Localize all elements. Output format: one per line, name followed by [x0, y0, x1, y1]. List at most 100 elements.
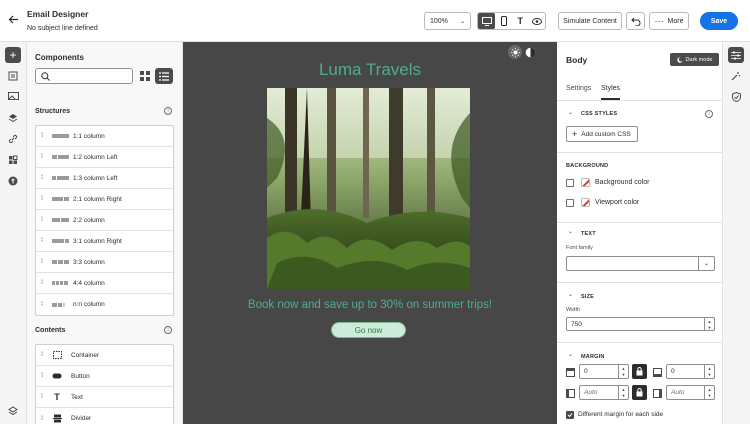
add-custom-css-button[interactable]: + Add custom CSS — [566, 126, 638, 142]
go-now-button[interactable]: Go now — [331, 322, 406, 338]
margin-left-stepper[interactable]: ▲ ▼ — [618, 386, 628, 399]
accessibility-shield-icon[interactable] — [728, 89, 744, 105]
layers-icon[interactable] — [5, 110, 21, 126]
list-view-icon[interactable] — [155, 68, 173, 84]
back-arrow-icon[interactable] — [7, 13, 19, 25]
no-color-swatch-icon[interactable] — [581, 198, 590, 207]
drag-handle-icon[interactable]: ⁞⁞ — [41, 416, 44, 422]
structure-item[interactable]: ⁞⁞ 3:3 column — [36, 252, 173, 273]
structure-item[interactable]: ⁞⁞ 2:2 column — [36, 210, 173, 231]
properties-title: Body — [566, 55, 588, 65]
info-icon[interactable]: i — [164, 107, 172, 115]
magic-wand-icon[interactable] — [728, 68, 744, 84]
drag-handle-icon[interactable]: ⁞⁞ — [41, 259, 44, 265]
structures-heading: Structures — [35, 108, 71, 115]
more-button[interactable]: ··· More — [649, 12, 689, 30]
email-canvas[interactable]: Luma Travels Book now and save up to 30%… — [183, 42, 557, 424]
search-field[interactable] — [35, 68, 133, 84]
structure-item[interactable]: ⁞⁞ 1:1 column — [36, 126, 173, 147]
lock-icon[interactable] — [632, 364, 647, 379]
fragments-icon[interactable] — [5, 68, 21, 84]
margin-left-input[interactable]: Auto ▲ ▼ — [579, 385, 629, 400]
text-view-icon[interactable]: T — [512, 13, 529, 29]
structure-item[interactable]: ⁞⁞ 1:3 column Left — [36, 168, 173, 189]
drag-handle-icon[interactable]: ⁞⁞ — [41, 217, 44, 223]
contrast-icon[interactable] — [523, 45, 537, 59]
no-color-swatch-icon[interactable] — [581, 178, 590, 187]
drag-handle-icon[interactable]: ⁞⁞ — [41, 175, 44, 181]
layout-1-1-icon — [52, 134, 69, 138]
grid-view-icon[interactable] — [138, 69, 152, 83]
content-item[interactable]: ⁞⁞ Container — [36, 345, 173, 366]
drag-handle-icon[interactable]: ⁞⁞ — [41, 154, 44, 160]
different-margin-checkbox[interactable] — [566, 411, 574, 419]
light-mode-icon[interactable] — [508, 45, 522, 59]
promo-text[interactable]: Book now and save up to 30% on summer tr… — [183, 299, 557, 311]
forest-hero-image[interactable] — [267, 88, 470, 289]
margin-bottom-input[interactable]: 0 ▲ ▼ — [666, 364, 715, 379]
background-color-checkbox[interactable] — [566, 179, 574, 187]
drag-handle-icon[interactable]: ⁞⁞ — [41, 133, 44, 139]
drag-handle-icon[interactable]: ⁞⁞ — [41, 280, 44, 286]
drag-handle-icon[interactable]: ⁞⁞ — [41, 238, 44, 244]
margin-right-input[interactable]: Auto ▲ ▼ — [666, 385, 715, 400]
mobile-view-icon[interactable] — [495, 13, 512, 29]
width-stepper[interactable]: ▲ ▼ — [704, 318, 714, 330]
info-icon[interactable]: i — [705, 110, 713, 118]
contents-list: ⁞⁞ Container ⁞⁞ Button ⁞⁞ T Text ⁞⁞ Divider — [35, 344, 174, 424]
email-heading[interactable]: Luma Travels — [183, 60, 557, 80]
tab-styles[interactable]: Styles — [601, 85, 620, 92]
width-input[interactable]: 750 ▲ ▼ — [566, 317, 715, 331]
structure-item[interactable]: ⁞⁞ 1:2 column Left — [36, 147, 173, 168]
links-icon[interactable] — [5, 131, 21, 147]
desktop-view-icon[interactable] — [478, 13, 496, 29]
undo-icon — [630, 17, 640, 26]
margin-top-stepper[interactable]: ▲ ▼ — [618, 365, 628, 378]
tab-settings[interactable]: Settings — [566, 85, 591, 92]
apps-icon[interactable] — [5, 152, 21, 168]
drag-handle-icon[interactable]: ⁞⁞ — [41, 196, 44, 202]
lock-icon[interactable] — [632, 385, 647, 400]
margin-right-stepper[interactable]: ▲ ▼ — [704, 386, 714, 399]
css-styles-section: ⌄ CSS STYLES i + Add custom CSS — [557, 102, 723, 152]
structure-label: 4:4 column — [73, 279, 105, 287]
structure-item[interactable]: ⁞⁞ 3:1 column Right — [36, 231, 173, 252]
content-item[interactable]: ⁞⁞ T Text — [36, 387, 173, 408]
simulate-content-button[interactable]: Simulate Content — [558, 12, 622, 30]
dark-mode-badge[interactable]: Dark mode — [670, 53, 719, 66]
search-input[interactable] — [52, 71, 130, 81]
save-button[interactable]: Save — [700, 12, 738, 30]
chevron-down-icon[interactable]: ⌄ — [568, 228, 573, 235]
layers-bottom-icon[interactable] — [5, 403, 21, 419]
layout-4-4-icon — [52, 281, 68, 285]
chevron-down-icon[interactable]: ⌄ — [568, 291, 573, 298]
drag-handle-icon[interactable]: ⁞⁞ — [41, 302, 44, 308]
info-icon[interactable]: i — [164, 326, 172, 334]
margin-bottom-stepper[interactable]: ▲ ▼ — [704, 365, 714, 378]
personalization-icon[interactable] — [5, 173, 21, 189]
drag-handle-icon[interactable]: ⁞⁞ — [41, 373, 44, 379]
margin-bottom-value: 0 — [671, 368, 675, 375]
zoom-select[interactable]: 100% ⌄ — [424, 12, 471, 30]
add-components-icon[interactable]: + — [5, 47, 21, 63]
drag-handle-icon[interactable]: ⁞⁞ — [41, 352, 44, 358]
layout-2-1-icon — [52, 197, 69, 201]
structure-item[interactable]: ⁞⁞ 2:1 column Right — [36, 189, 173, 210]
font-family-select[interactable]: ⌄ — [566, 256, 715, 271]
assets-icon[interactable] — [5, 89, 21, 105]
margin-top-input[interactable]: 0 ▲ ▼ — [579, 364, 629, 379]
components-title: Components — [35, 53, 84, 62]
chevron-down-icon[interactable]: ⌄ — [568, 109, 573, 116]
structure-item[interactable]: ⁞⁞ 4:4 column — [36, 273, 173, 294]
chevron-down-icon[interactable]: ⌄ — [568, 351, 573, 358]
properties-sliders-icon[interactable] — [728, 47, 744, 63]
preview-eye-icon[interactable] — [528, 13, 545, 29]
css-styles-heading: CSS STYLES — [581, 111, 618, 117]
structure-item[interactable]: ⁞⁞ n:n column — [36, 294, 173, 315]
content-item[interactable]: ⁞⁞ Button — [36, 366, 173, 387]
undo-button[interactable] — [626, 12, 645, 30]
chevron-down-icon: ⌄ — [459, 18, 465, 25]
content-item[interactable]: ⁞⁞ Divider — [36, 408, 173, 424]
viewport-color-checkbox[interactable] — [566, 199, 574, 207]
drag-handle-icon[interactable]: ⁞⁞ — [41, 394, 44, 400]
